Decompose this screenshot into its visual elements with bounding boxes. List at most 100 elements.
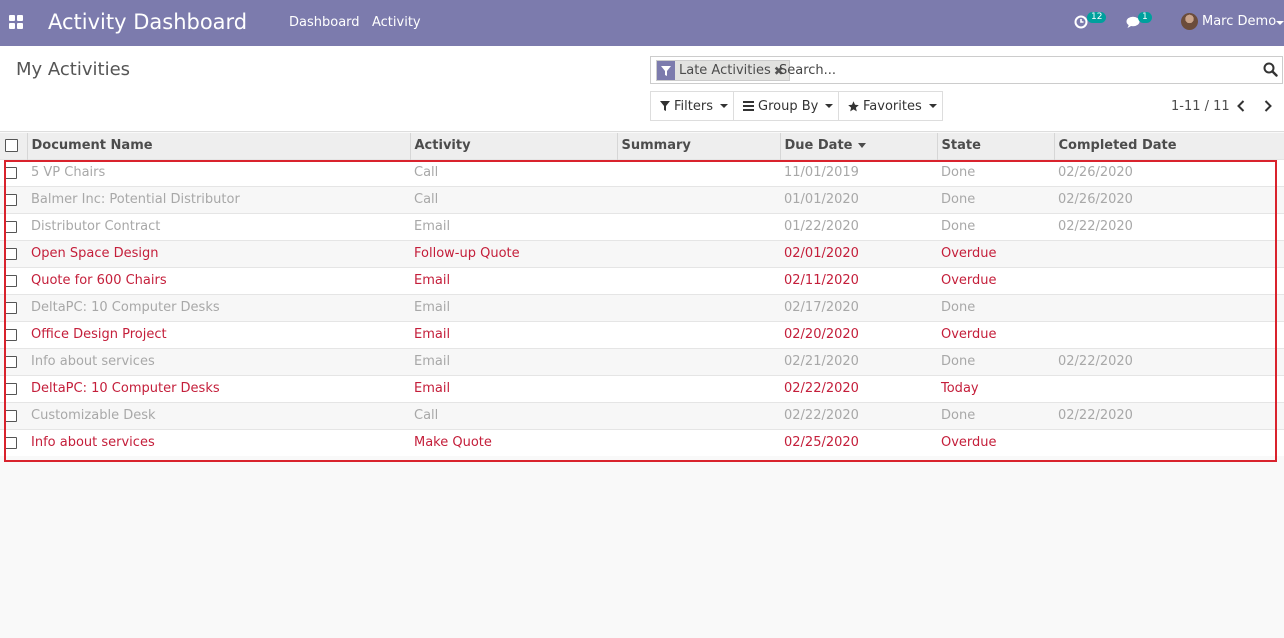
pager-next-button[interactable] (1260, 97, 1276, 115)
row-select-cell (0, 320, 27, 348)
activity-systray[interactable]: 12 (1074, 12, 1107, 33)
filters-label: Filters (674, 98, 713, 114)
row-checkbox[interactable] (5, 166, 17, 179)
favorites-button[interactable]: Favorites (838, 91, 943, 121)
due-date-cell: 02/17/2020 (780, 293, 937, 321)
row-checkbox[interactable] (5, 355, 17, 368)
document-name-cell: DeltaPC: 10 Computer Desks (27, 374, 410, 402)
row-select-cell (0, 293, 27, 321)
activity-cell: Call (410, 158, 617, 186)
row-select-cell (0, 401, 27, 429)
row-checkbox[interactable] (5, 328, 17, 341)
column-summary[interactable]: Summary (616, 133, 780, 159)
favorites-label: Favorites (863, 98, 922, 114)
activity-cell: Email (410, 374, 617, 402)
due-date-cell: 02/25/2020 (780, 428, 937, 456)
table-row[interactable]: Office Design Project Email 02/20/2020 Over… (0, 320, 1284, 348)
app-title: Activity Dashboard (48, 10, 248, 34)
chevron-down-icon (1276, 21, 1284, 25)
sort-descending-icon (858, 143, 867, 149)
table-row[interactable]: DeltaPC: 10 Computer Desks Email 02/17/202… (0, 293, 1284, 321)
summary-cell (617, 401, 780, 429)
activity-cell: Call (410, 185, 617, 213)
table-row[interactable]: DeltaPC: 10 Computer Desks Email 02/22/202… (0, 374, 1284, 402)
apps-menu-icon[interactable] (9, 15, 23, 29)
due-date-cell: 02/20/2020 (780, 320, 937, 348)
menu-activity[interactable]: Activity (372, 15, 421, 30)
activity-table: Document Name Activity Summary Due Date … (0, 133, 1284, 456)
row-checkbox[interactable] (5, 436, 17, 449)
pager-value[interactable]: 1-11 / 11 (1171, 99, 1230, 114)
row-checkbox[interactable] (5, 409, 17, 422)
column-due-date[interactable]: Due Date (779, 133, 937, 159)
search-icon[interactable] (1263, 62, 1278, 81)
row-checkbox[interactable] (5, 301, 17, 314)
completed-date-cell (1054, 428, 1284, 456)
summary-cell (617, 293, 780, 321)
row-select-cell (0, 212, 27, 240)
messages-systray[interactable]: 1 (1126, 12, 1156, 33)
row-checkbox[interactable] (5, 247, 17, 260)
completed-date-cell (1054, 266, 1284, 294)
summary-cell (617, 266, 780, 294)
table-row[interactable]: Open Space Design Follow-up Quote 02/01/20… (0, 239, 1284, 267)
chevron-right-icon (1264, 100, 1272, 112)
completed-date-cell: 02/22/2020 (1054, 347, 1284, 375)
table-row[interactable]: Quote for 600 Chairs Email 02/11/2020 Overd… (0, 266, 1284, 294)
due-date-cell: 02/01/2020 (780, 239, 937, 267)
table-row[interactable]: Customizable Desk Call 02/22/2020 Done 02/22… (0, 401, 1284, 429)
document-name-cell: Balmer Inc: Potential Distributor (27, 185, 410, 213)
activity-cell: Call (410, 401, 617, 429)
summary-cell (617, 320, 780, 348)
table-row[interactable]: Info about services Make Quote 02/25/2020 O… (0, 428, 1284, 456)
row-checkbox[interactable] (5, 220, 17, 233)
user-name: Marc Demo (1202, 14, 1277, 29)
state-cell: Overdue (937, 320, 1054, 348)
state-cell: Done (937, 401, 1054, 429)
completed-date-cell: 02/22/2020 (1054, 401, 1284, 429)
group-by-label: Group By (758, 98, 819, 114)
activity-cell: Email (410, 266, 617, 294)
row-select-cell (0, 347, 27, 375)
due-date-cell: 11/01/2019 (780, 158, 937, 186)
table-header: Document Name Activity Summary Due Date … (0, 133, 1284, 159)
clock-icon (1074, 15, 1088, 29)
search-input[interactable] (779, 61, 1249, 80)
activity-cell: Email (410, 293, 617, 321)
row-checkbox[interactable] (5, 193, 17, 206)
column-activity[interactable]: Activity (409, 133, 617, 159)
document-name-cell: Office Design Project (27, 320, 410, 348)
table-row[interactable]: Distributor Contract Email 01/22/2020 Done 0… (0, 212, 1284, 240)
group-by-button[interactable]: Group By (733, 91, 839, 121)
row-select-cell (0, 266, 27, 294)
due-date-cell: 01/22/2020 (780, 212, 937, 240)
document-name-cell: DeltaPC: 10 Computer Desks (27, 293, 410, 321)
column-document-name[interactable]: Document Name (26, 133, 410, 159)
user-menu[interactable]: Marc Demo (1181, 13, 1284, 33)
row-checkbox[interactable] (5, 382, 17, 395)
due-date-cell: 02/21/2020 (780, 347, 937, 375)
completed-date-cell (1054, 320, 1284, 348)
activity-cell: Follow-up Quote (410, 239, 617, 267)
table-row[interactable]: Balmer Inc: Potential Distributor Call 01/… (0, 185, 1284, 213)
top-navbar: Activity Dashboard Dashboard Activity 12… (0, 0, 1284, 46)
control-panel: My Activities Late Activities ✖ Filters … (0, 46, 1284, 132)
table-row[interactable]: Info about services Email 02/21/2020 Done 02… (0, 347, 1284, 375)
filters-button[interactable]: Filters (650, 91, 734, 121)
column-state[interactable]: State (936, 133, 1054, 159)
table-row[interactable]: 5 VP Chairs Call 11/01/2019 Done 02/26/2020 (0, 158, 1284, 186)
summary-cell (617, 347, 780, 375)
column-completed-date[interactable]: Completed Date (1053, 133, 1284, 159)
chevron-down-icon (719, 104, 728, 108)
document-name-cell: 5 VP Chairs (27, 158, 410, 186)
select-all-checkbox[interactable] (5, 139, 18, 153)
filter-icon (657, 61, 675, 80)
pager-previous-button[interactable] (1233, 97, 1249, 115)
menu-dashboard[interactable]: Dashboard (289, 15, 360, 30)
row-checkbox[interactable] (5, 274, 17, 287)
due-date-cell: 02/22/2020 (780, 401, 937, 429)
state-cell: Done (937, 158, 1054, 186)
activity-list: Document Name Activity Summary Due Date … (0, 133, 1284, 456)
search-bar: Late Activities ✖ (650, 56, 1283, 84)
activity-cell: Make Quote (410, 428, 617, 456)
